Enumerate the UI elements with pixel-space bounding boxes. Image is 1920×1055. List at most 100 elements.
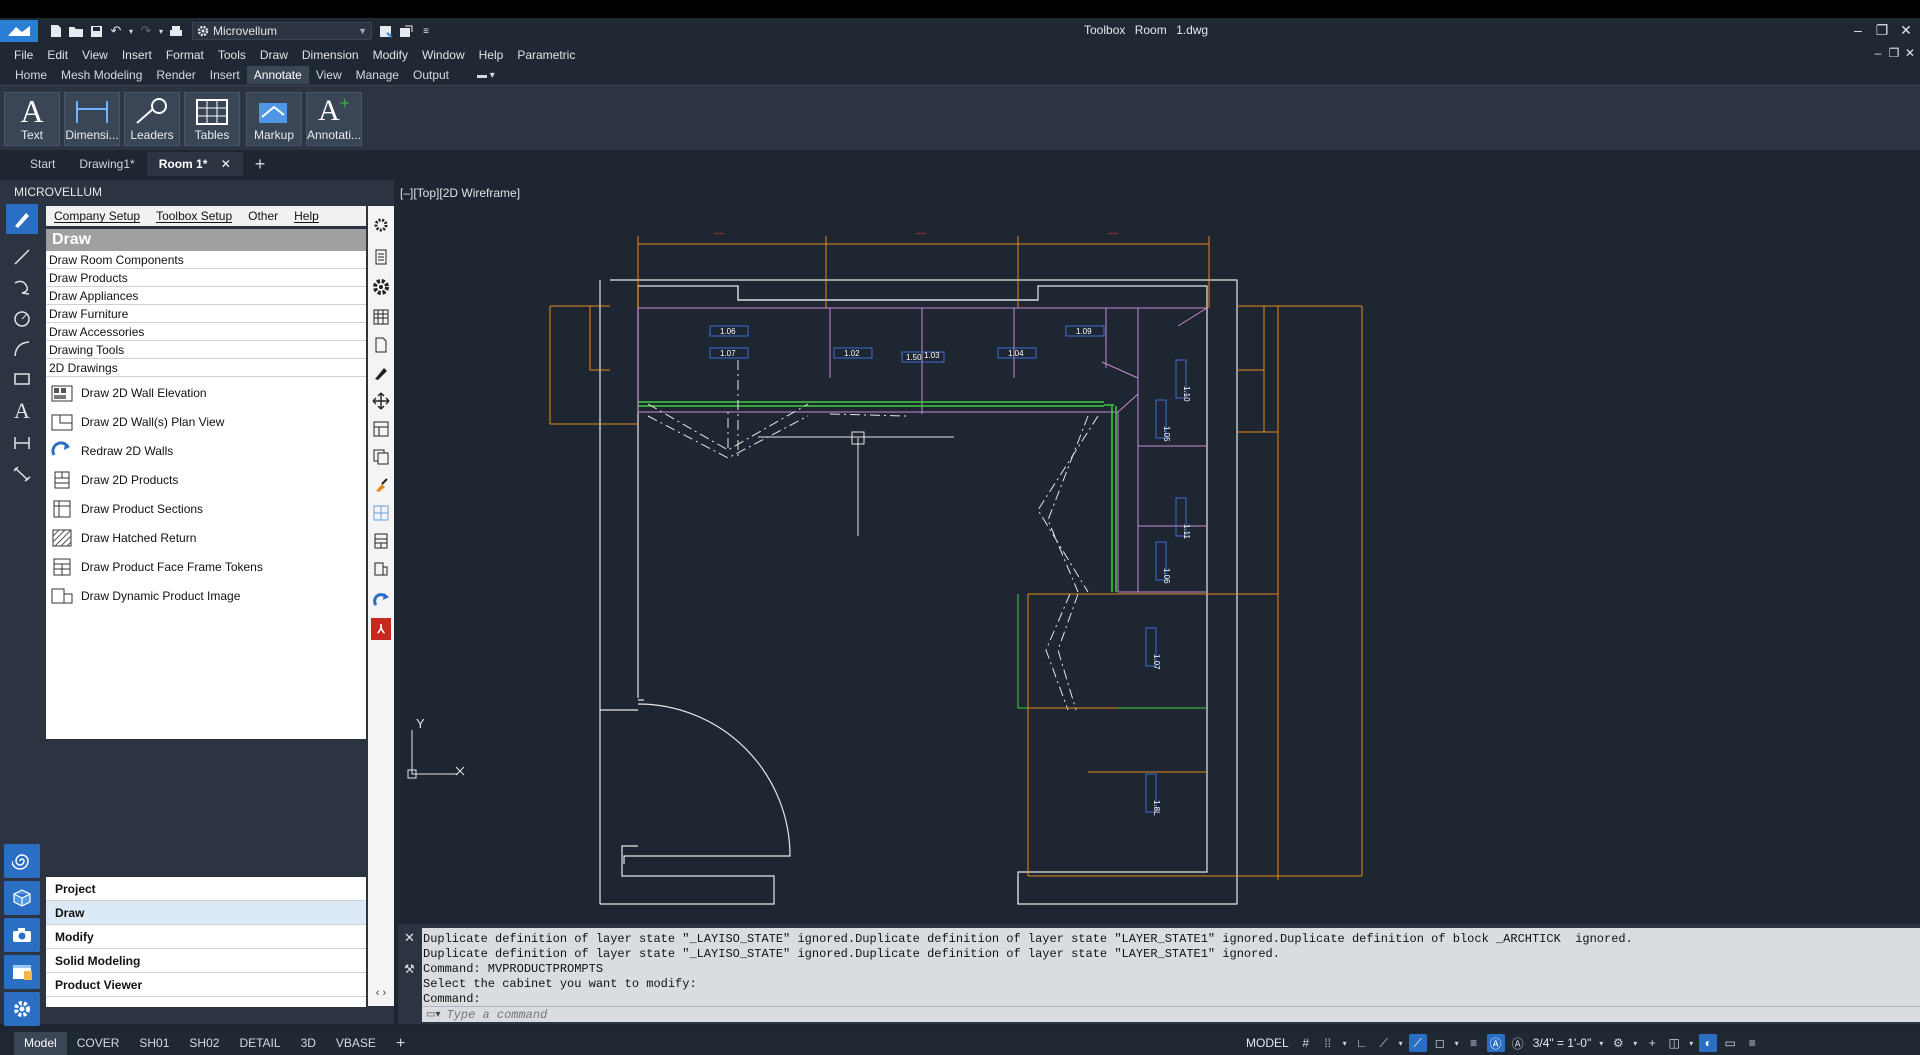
menu-draw[interactable]: Draw	[256, 48, 298, 62]
tab-view[interactable]: View	[309, 66, 349, 84]
workspace-dropdown-icon[interactable]: ▾	[1631, 1034, 1639, 1052]
new-file-icon[interactable]	[46, 21, 66, 41]
polyline-icon[interactable]	[6, 274, 38, 300]
pdf-icon[interactable]: ⅄	[371, 618, 391, 640]
object-snap-tracking-icon[interactable]: ◻	[1431, 1034, 1449, 1052]
tab-mesh-modeling[interactable]: Mesh Modeling	[54, 66, 149, 84]
command-prompt-icon[interactable]: ▭▾	[426, 1009, 440, 1020]
restore-window-button[interactable]: ❐	[1872, 22, 1892, 39]
grid-table-icon[interactable]	[371, 306, 391, 328]
markup-button[interactable]: Markup	[246, 92, 302, 146]
cmd-draw-hatched-return[interactable]: Draw Hatched Return	[46, 523, 366, 552]
cmd-draw-product-face-frame-tokens[interactable]: Draw Product Face Frame Tokens	[46, 552, 366, 581]
scale-dropdown-icon[interactable]: ▾	[1597, 1034, 1605, 1052]
circle-icon[interactable]	[6, 306, 38, 332]
arc-icon[interactable]	[6, 336, 38, 362]
layout-tab-cover[interactable]: COVER	[67, 1032, 130, 1055]
menu-edit[interactable]: Edit	[43, 48, 78, 62]
clean-screen-icon[interactable]: ▭	[1721, 1034, 1739, 1052]
tables-button[interactable]: Tables	[184, 92, 240, 146]
workspace-dropdown[interactable]: Microvellum ▼	[192, 22, 372, 40]
open-folder-icon[interactable]	[66, 21, 86, 41]
tab-home[interactable]: Home	[8, 66, 54, 84]
document-icon[interactable]	[371, 246, 391, 268]
refresh-icon[interactable]	[371, 590, 391, 612]
doc-tab-drawing1[interactable]: Drawing1*	[67, 152, 146, 176]
layout-tab-sh02[interactable]: SH02	[179, 1032, 229, 1055]
close-tab-icon[interactable]: ✕	[221, 157, 231, 171]
tab-manage[interactable]: Manage	[349, 66, 406, 84]
mtext-icon[interactable]: A	[6, 398, 38, 424]
layout-tab-detail[interactable]: DETAIL	[229, 1032, 290, 1055]
annotation-visibility-icon[interactable]: Ⓐ	[1486, 1034, 1505, 1052]
settings-small-gear-icon[interactable]	[371, 214, 391, 236]
layout-tab-model[interactable]: Model	[14, 1032, 67, 1055]
doc-close-button[interactable]: ✕	[1900, 46, 1920, 60]
customize-status-icon[interactable]: ≡	[1743, 1034, 1761, 1052]
isolate-objects-icon[interactable]: ◫	[1665, 1034, 1683, 1052]
menu-other[interactable]: Other	[248, 209, 286, 223]
osnap-dropdown-icon[interactable]: ▾	[1453, 1034, 1461, 1052]
cube-icon[interactable]	[4, 881, 40, 915]
menu-company-setup[interactable]: Company Setup	[54, 209, 148, 223]
section-product-viewer[interactable]: Product Viewer	[46, 973, 366, 997]
isodraft-icon[interactable]: ⟋	[1408, 1034, 1427, 1052]
menu-help[interactable]: Help	[475, 48, 514, 62]
close-command-line-icon[interactable]: ✕	[404, 930, 415, 946]
page-icon[interactable]	[371, 334, 391, 356]
tab-render[interactable]: Render	[149, 66, 202, 84]
list-item-draw-furniture[interactable]: Draw Furniture	[46, 305, 366, 323]
print-icon[interactable]	[166, 21, 186, 41]
close-window-button[interactable]: ✕	[1896, 22, 1916, 39]
doc-tab-room1[interactable]: Room 1* ✕	[146, 152, 243, 176]
layout-tab-sh01[interactable]: SH01	[129, 1032, 179, 1055]
menu-format[interactable]: Format	[162, 48, 214, 62]
snap-dropdown-icon[interactable]: ▾	[1341, 1034, 1349, 1052]
menu-tools[interactable]: Tools	[214, 48, 256, 62]
cmd-draw-2d-products[interactable]: Draw 2D Products	[46, 465, 366, 494]
save-icon[interactable]	[86, 21, 106, 41]
command-input[interactable]	[446, 1007, 1047, 1022]
gear-large-icon[interactable]	[371, 276, 391, 298]
section-solid-modeling[interactable]: Solid Modeling	[46, 949, 366, 973]
list-item-draw-room-components[interactable]: Draw Room Components	[46, 251, 366, 269]
insert-block-icon[interactable]	[371, 558, 391, 580]
text-button[interactable]: A Text	[4, 92, 60, 146]
collapse-arrows-icon[interactable]: ‹ ›	[371, 982, 391, 1004]
menu-file[interactable]: File	[10, 48, 43, 62]
section-modify[interactable]: Modify	[46, 925, 366, 949]
menu-window[interactable]: Window	[418, 48, 475, 62]
layout-tab-3d[interactable]: 3D	[291, 1032, 326, 1055]
layout-tab-vbase[interactable]: VBASE	[326, 1032, 386, 1055]
model-space-toggle[interactable]: MODEL	[1246, 1036, 1289, 1050]
list-item-draw-appliances[interactable]: Draw Appliances	[46, 287, 366, 305]
menu-parametric[interactable]: Parametric	[513, 48, 585, 62]
hatch-grid-icon[interactable]	[371, 502, 391, 524]
annotation-scaling-button[interactable]: A+ Annotati...	[306, 92, 362, 146]
menu-dimension[interactable]: Dimension	[298, 48, 369, 62]
undo-icon[interactable]: ↶	[106, 21, 126, 41]
workspace-gear-icon[interactable]: ⚙	[1609, 1034, 1627, 1052]
aligned-dimension-icon[interactable]	[6, 460, 38, 486]
lineweight-icon[interactable]: ≡	[1465, 1034, 1483, 1052]
cmd-draw-2d-wall-elevation[interactable]: Draw 2D Wall Elevation	[46, 378, 366, 407]
cabinet-icon[interactable]	[371, 530, 391, 552]
share-icon[interactable]	[396, 21, 416, 41]
settings-gear-icon[interactable]	[4, 992, 40, 1026]
copy-icon[interactable]	[371, 446, 391, 468]
cmd-draw-2d-walls-plan-view[interactable]: Draw 2D Wall(s) Plan View	[46, 407, 366, 436]
layout-icon[interactable]	[371, 418, 391, 440]
redo-icon[interactable]: ↷	[136, 21, 156, 41]
application-menu-button[interactable]	[0, 20, 38, 42]
list-item-draw-accessories[interactable]: Draw Accessories	[46, 323, 366, 341]
customize-quick-access-icon[interactable]: ≡	[416, 21, 436, 41]
grid-icon[interactable]: #	[1297, 1034, 1315, 1052]
doc-tab-start[interactable]: Start	[18, 152, 67, 176]
menu-modify[interactable]: Modify	[369, 48, 418, 62]
window-layout-icon[interactable]	[4, 955, 40, 989]
section-draw[interactable]: Draw	[46, 901, 366, 925]
pen-tool-icon[interactable]	[6, 204, 38, 234]
linear-dimension-icon[interactable]	[6, 430, 38, 456]
add-layout-button[interactable]: +	[386, 1032, 415, 1055]
save-to-web-icon[interactable]	[376, 21, 396, 41]
